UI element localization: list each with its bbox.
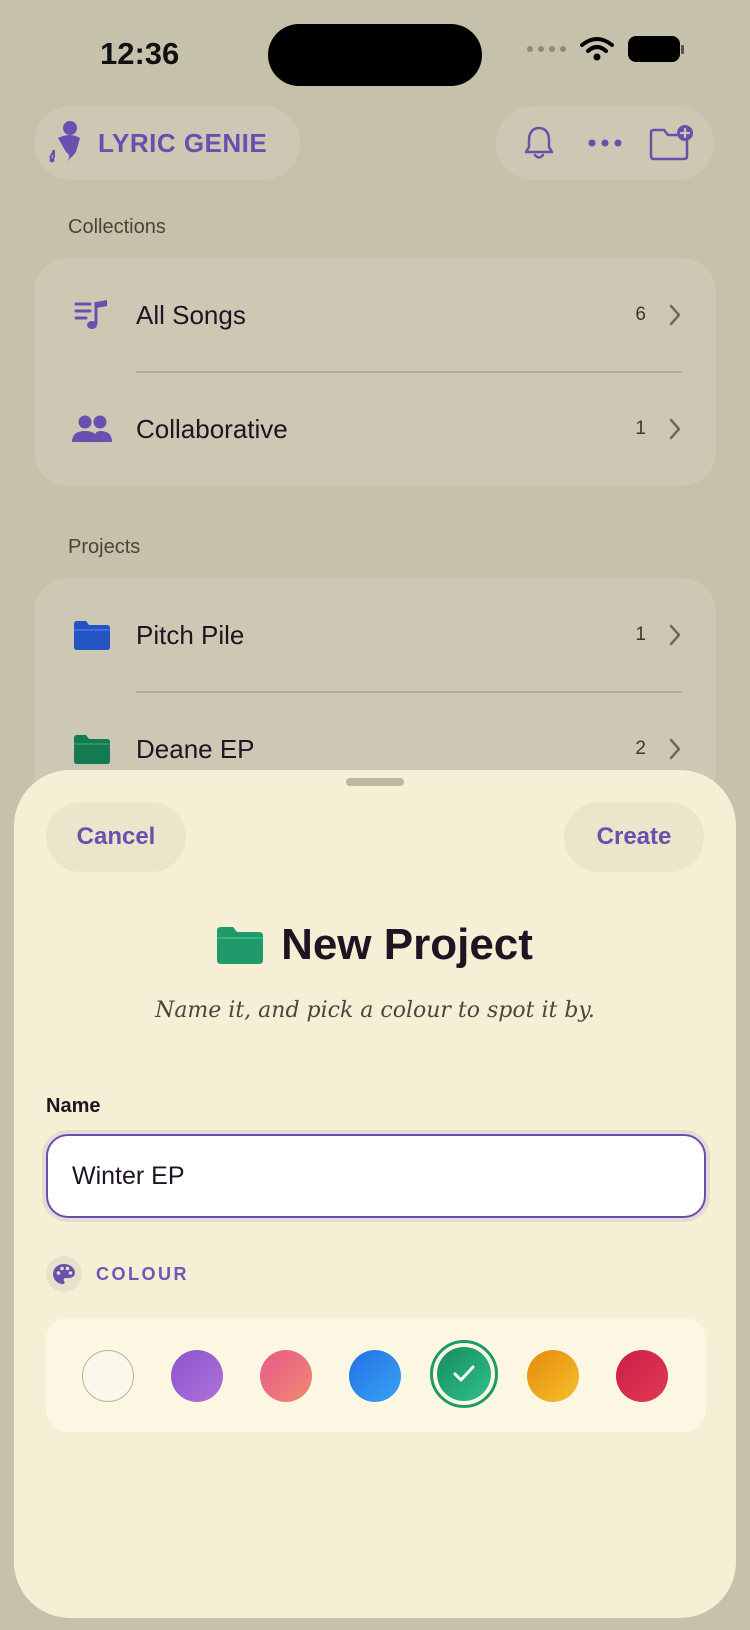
swatch-blue[interactable] bbox=[349, 1350, 401, 1402]
new-project-sheet: Cancel Create New Project Name it, and p… bbox=[14, 770, 736, 1618]
sheet-grabber[interactable] bbox=[346, 778, 404, 786]
swatch-green[interactable] bbox=[430, 1340, 498, 1408]
folder-plus-icon bbox=[649, 125, 693, 161]
status-indicators bbox=[527, 36, 684, 62]
row-label: Pitch Pile bbox=[136, 619, 245, 650]
genie-icon bbox=[49, 121, 80, 164]
sheet-title: New Project bbox=[281, 920, 533, 969]
cancel-button[interactable]: Cancel bbox=[46, 802, 186, 872]
collections-card: All Songs 6 Collaborative 1 bbox=[34, 258, 716, 486]
chevron-right-icon bbox=[669, 624, 681, 646]
create-button[interactable]: Create bbox=[564, 802, 704, 872]
ellipsis-icon bbox=[588, 139, 622, 147]
new-project-button[interactable] bbox=[646, 118, 696, 168]
swatch-pink[interactable] bbox=[260, 1350, 312, 1402]
row-label: All Songs bbox=[136, 299, 246, 330]
row-count: 1 bbox=[635, 624, 646, 645]
row-label: Deane EP bbox=[136, 733, 255, 764]
battery-icon bbox=[628, 36, 684, 62]
notifications-button[interactable] bbox=[514, 118, 564, 168]
project-name-input[interactable] bbox=[46, 1134, 706, 1218]
swatch-purple[interactable] bbox=[171, 1350, 223, 1402]
row-count: 1 bbox=[635, 418, 646, 439]
header-actions bbox=[496, 106, 714, 180]
row-count: 6 bbox=[635, 304, 646, 325]
wifi-icon bbox=[580, 37, 614, 61]
folder-icon bbox=[70, 613, 114, 657]
people-icon bbox=[70, 407, 114, 451]
collection-all-songs[interactable]: All Songs 6 bbox=[34, 258, 716, 372]
checkmark-icon bbox=[453, 1365, 475, 1382]
colour-label: COLOUR bbox=[96, 1263, 189, 1284]
colour-swatches bbox=[46, 1318, 706, 1432]
swatch-green-fill bbox=[437, 1347, 491, 1401]
swatch-none[interactable] bbox=[82, 1350, 134, 1402]
sheet-subtitle: Name it, and pick a colour to spot it by… bbox=[155, 998, 595, 1023]
colour-header: COLOUR bbox=[46, 1256, 189, 1292]
chevron-right-icon bbox=[669, 418, 681, 440]
row-count: 2 bbox=[635, 738, 646, 759]
palette-icon bbox=[46, 1256, 82, 1292]
sheet-header: New Project bbox=[14, 920, 736, 970]
name-label: Name bbox=[46, 1095, 101, 1117]
app-logo[interactable]: LYRIC GENIE bbox=[34, 106, 300, 180]
project-pitch-pile[interactable]: Pitch Pile 1 bbox=[34, 578, 716, 692]
folder-icon bbox=[70, 727, 114, 771]
bell-icon bbox=[524, 126, 554, 159]
collections-label: Collections bbox=[68, 216, 166, 238]
cellular-signal-icon bbox=[527, 46, 566, 52]
swatch-red[interactable] bbox=[616, 1350, 668, 1402]
logo-text: LYRIC GENIE bbox=[98, 127, 268, 158]
collection-collaborative[interactable]: Collaborative 1 bbox=[34, 372, 716, 486]
row-label: Collaborative bbox=[136, 413, 288, 444]
folder-icon bbox=[217, 927, 264, 964]
music-list-icon bbox=[70, 293, 114, 337]
chevron-right-icon bbox=[669, 304, 681, 326]
more-button[interactable] bbox=[580, 118, 630, 168]
swatch-orange[interactable] bbox=[527, 1350, 579, 1402]
chevron-right-icon bbox=[669, 738, 681, 760]
projects-label: Projects bbox=[68, 536, 141, 558]
dynamic-island bbox=[268, 24, 482, 86]
status-time: 12:36 bbox=[100, 36, 180, 71]
